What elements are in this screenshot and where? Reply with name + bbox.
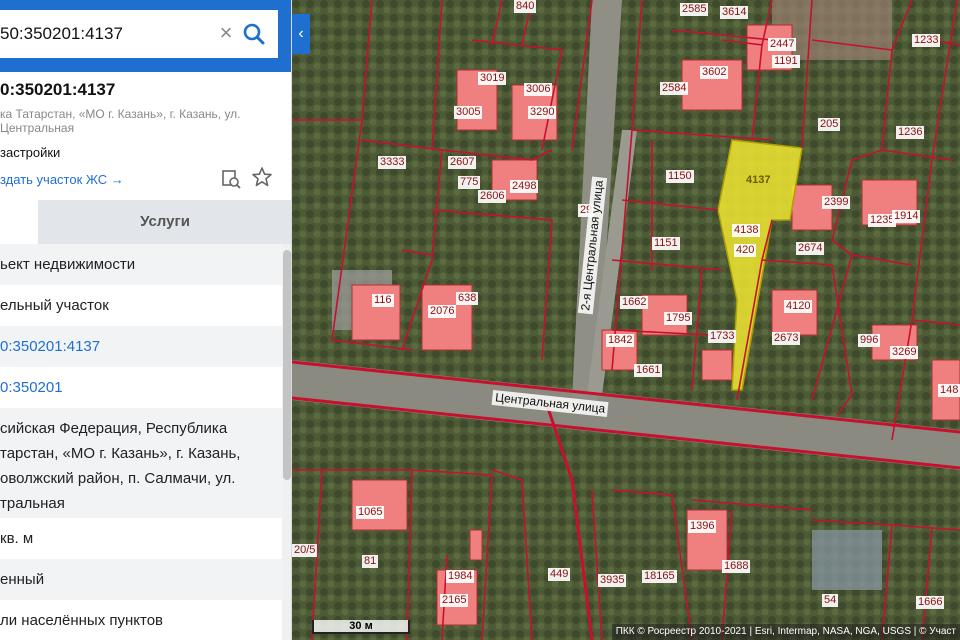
parcel-label[interactable]: 3614 bbox=[720, 6, 749, 19]
chevron-left-icon[interactable]: ‹ bbox=[292, 14, 310, 54]
parcel-label[interactable]: 420 bbox=[734, 244, 757, 257]
parcel-label[interactable]: 116 bbox=[372, 294, 394, 307]
list-item: ельный участок bbox=[0, 297, 109, 314]
parcel-label[interactable]: 1795 bbox=[664, 312, 693, 325]
tab-bar: Услуги bbox=[0, 200, 291, 244]
parcel-label[interactable]: 1236 bbox=[896, 126, 925, 139]
parcel-label[interactable]: 638 bbox=[456, 292, 479, 305]
parcel-label[interactable]: 1914 bbox=[892, 210, 921, 223]
cadastral-number-title: 0:350201:4137 bbox=[0, 80, 116, 99]
list-item: ьект недвижимости bbox=[0, 244, 282, 285]
parcel-label[interactable]: 1065 bbox=[356, 506, 385, 519]
parcel-label[interactable]: 775 bbox=[458, 176, 481, 189]
parcel-label[interactable]: 840 bbox=[514, 0, 537, 13]
parcel-label[interactable]: 205 bbox=[818, 118, 841, 131]
parcel-label[interactable]: 2399 bbox=[822, 196, 851, 209]
parcel-label[interactable]: 1233 bbox=[912, 34, 941, 47]
search-bar: × bbox=[0, 0, 291, 72]
parcel-label[interactable]: 2165 bbox=[440, 594, 469, 607]
parcel-label[interactable]: 148 bbox=[938, 384, 960, 397]
parcel-label[interactable]: 1396 bbox=[688, 520, 717, 533]
parcel-label[interactable]: 2076 bbox=[428, 305, 457, 318]
list-item: енный bbox=[0, 559, 282, 600]
tab-services[interactable]: Услуги bbox=[38, 200, 291, 244]
parcel-label[interactable]: 4120 bbox=[784, 300, 813, 313]
parcel-label[interactable]: 1984 bbox=[446, 570, 475, 583]
cadastral-number-link[interactable]: 0:350201:4137 bbox=[0, 326, 282, 367]
parcel-label[interactable]: 2447 bbox=[768, 38, 797, 51]
star-icon[interactable] bbox=[251, 166, 273, 188]
map-view[interactable]: 4137 1150 1151 4138 420 2674 2399 3333 2… bbox=[292, 0, 960, 640]
parcel-label[interactable]: 1842 bbox=[606, 334, 635, 347]
search-icon[interactable] bbox=[240, 20, 268, 48]
parcel-label[interactable]: 3290 bbox=[528, 106, 557, 119]
parcel-label[interactable]: 1662 bbox=[620, 296, 649, 309]
parcel-label[interactable]: 449 bbox=[548, 568, 571, 581]
parcel-label[interactable]: 3019 bbox=[478, 72, 507, 85]
parcel-label[interactable]: 3269 bbox=[890, 346, 919, 359]
parcel-label[interactable]: 3333 bbox=[378, 156, 407, 169]
parcel-label[interactable]: 18165 bbox=[642, 570, 677, 583]
parcel-label[interactable]: 2498 bbox=[510, 180, 539, 193]
scrollbar[interactable] bbox=[282, 244, 291, 640]
parcel-label[interactable]: 3006 bbox=[524, 83, 553, 96]
parcel-label[interactable]: 1733 bbox=[708, 330, 737, 343]
map-attribution[interactable]: ПКК © Росреестр 2010-2021 | Esri, Interm… bbox=[611, 624, 960, 640]
parcel-label[interactable]: 1661 bbox=[634, 364, 663, 377]
map-scale: 30 м bbox=[312, 620, 410, 634]
parcel-label[interactable]: 1150 bbox=[666, 170, 694, 183]
parcel-label[interactable]: 1688 bbox=[722, 560, 751, 573]
parcel-label[interactable]: 4138 bbox=[732, 224, 761, 237]
parcel-label[interactable]: 2584 bbox=[660, 82, 689, 95]
list-item: ли населённых пунктов bbox=[0, 612, 164, 629]
parcel-label[interactable]: 1191 bbox=[772, 55, 800, 68]
search-box: × bbox=[0, 10, 278, 58]
list-item: кв. м bbox=[0, 530, 34, 547]
parcel-label[interactable]: 81 bbox=[362, 555, 379, 568]
parcel-label[interactable]: 54 bbox=[822, 594, 839, 607]
parcel-label[interactable]: 2606 bbox=[478, 190, 507, 203]
parcel-label[interactable]: 2674 bbox=[796, 242, 825, 255]
scrollbar-thumb[interactable] bbox=[283, 250, 291, 480]
parcel-label[interactable]: 2673 bbox=[772, 332, 801, 345]
zone-label: застройки bbox=[0, 145, 61, 160]
copy-search-icon[interactable] bbox=[220, 168, 242, 190]
tab-info[interactable] bbox=[0, 200, 38, 244]
parcel-label[interactable]: 2585 bbox=[680, 3, 709, 16]
parcel-label[interactable]: 996 bbox=[858, 334, 881, 347]
search-input[interactable] bbox=[0, 10, 210, 58]
parcel-label[interactable]: 4137 bbox=[744, 174, 772, 187]
address-summary: ка Татарстан, «МО г. Казань», г. Казань,… bbox=[0, 107, 241, 135]
attribute-list: ьект недвижимости ельный участок 0:35020… bbox=[0, 244, 282, 640]
parcel-label[interactable]: 1151 bbox=[652, 237, 680, 250]
parcel-label[interactable]: 3005 bbox=[454, 106, 483, 119]
parcel-label[interactable]: 1666 bbox=[916, 596, 945, 609]
info-panel: × 0:350201:4137 ка Татарстан, «МО г. Каз… bbox=[0, 0, 292, 640]
close-icon[interactable]: × bbox=[214, 22, 238, 46]
list-item-address: сийская Федерация, Республика тарстан, «… bbox=[0, 408, 282, 518]
parcel-label[interactable]: 20/5 bbox=[292, 544, 318, 557]
map-imagery bbox=[292, 0, 960, 640]
parcel-label[interactable]: 3935 bbox=[598, 574, 627, 587]
parcel-label[interactable]: 3602 bbox=[700, 66, 729, 79]
create-parcel-link[interactable]: здать участок ЖС → bbox=[0, 172, 124, 187]
quarter-link[interactable]: 0:350201 bbox=[0, 367, 282, 408]
parcel-label[interactable]: 2607 bbox=[448, 156, 477, 169]
